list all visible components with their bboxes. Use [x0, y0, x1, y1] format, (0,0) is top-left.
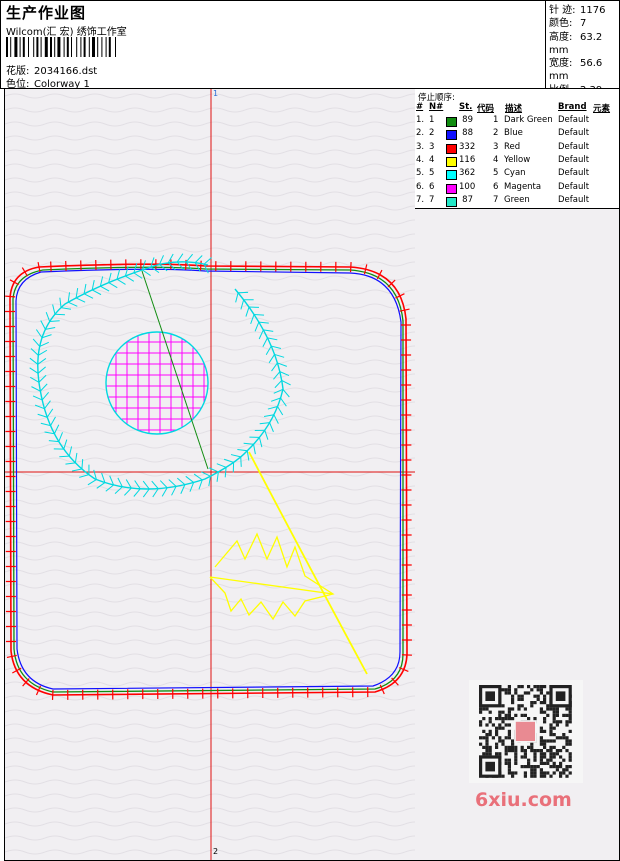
table-row: 4. 4 116 4 Yellow Default: [416, 154, 590, 167]
embroidery-preview: [5, 89, 415, 860]
stop-sequence-table: 停止顺序: # N# St. 代码 描述 Brand 元素 1. 1 89 1 Dark…: [415, 89, 619, 209]
table-row: 6. 6 100 6 Magenta Default: [416, 181, 590, 194]
qr-code-image: [469, 680, 583, 783]
table-row: 7. 7 87 7 Green Default: [416, 194, 590, 207]
table-header: # N# St. 代码 描述 Brand 元素: [416, 102, 611, 114]
axis-label-top: 1: [213, 89, 219, 98]
watermark-logo: 6xiu.com: [475, 789, 572, 811]
color-swatch: [446, 143, 457, 154]
stat-colors: 颜色: 7: [549, 18, 587, 30]
stat-width: 宽度: 56.6 mm: [549, 58, 603, 83]
color-swatch: [446, 130, 457, 141]
table-row: 3. 3 332 3 Red Default: [416, 141, 590, 154]
color-swatch: [446, 170, 457, 181]
design-canvas[interactable]: 1 2: [5, 89, 415, 860]
page-title: 生产作业图: [6, 4, 87, 22]
stat-height: 高度: 63.2 mm: [549, 31, 603, 56]
stat-stitches: 针 迹: 1176: [549, 5, 606, 16]
subtitle: Wilcom(汇 宏) 绣饰工作室: [6, 27, 127, 38]
color-swatch: [446, 156, 457, 167]
color-swatch: [446, 117, 457, 127]
stats-list: 针 迹:1176 颜色:7 高度:63.2 mm 宽度:56.6 mm 比例:2…: [549, 4, 620, 97]
color-swatch: [446, 183, 457, 194]
barcode-image: [6, 37, 116, 57]
color-swatch: [446, 196, 457, 207]
table-row: 1. 1 89 1 Dark Green Default: [416, 115, 590, 127]
table-row: 5. 5 362 5 Cyan Default: [416, 168, 590, 181]
table-row: 2. 2 88 2 Blue Default: [416, 128, 590, 141]
axis-label-bottom: 2: [213, 847, 219, 856]
